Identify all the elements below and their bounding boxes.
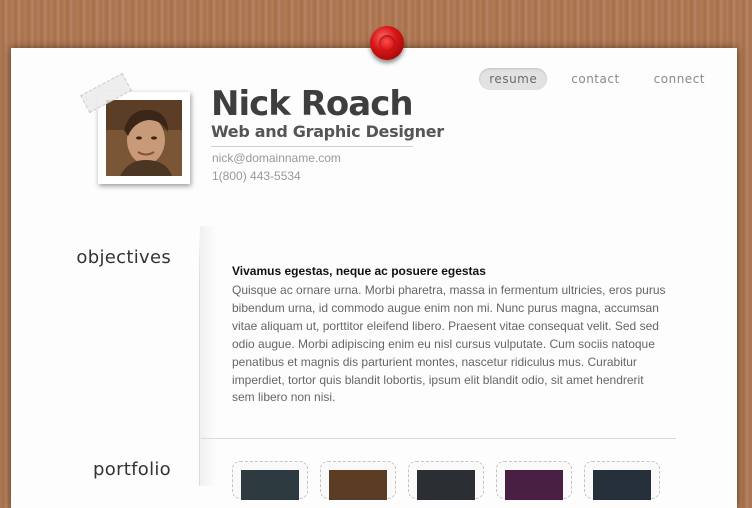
avatar bbox=[106, 100, 182, 176]
thumb-image bbox=[417, 470, 475, 500]
section-divider bbox=[201, 438, 676, 439]
nav-connect[interactable]: connect bbox=[644, 68, 715, 90]
thumb-image bbox=[505, 470, 563, 500]
portfolio-thumb-3[interactable] bbox=[408, 461, 484, 500]
thumb-image bbox=[241, 470, 299, 500]
column-divider bbox=[199, 226, 200, 486]
profile-name: Nick Roach bbox=[211, 84, 414, 124]
column-shadow bbox=[200, 226, 216, 486]
section-label-portfolio: portfolio bbox=[93, 459, 171, 480]
header-divider bbox=[211, 146, 413, 147]
portfolio-thumb-5[interactable] bbox=[584, 461, 660, 500]
main-nav: resume contact connect bbox=[479, 68, 715, 90]
portfolio-thumbnails bbox=[232, 461, 660, 500]
portfolio-thumb-2[interactable] bbox=[320, 461, 396, 500]
portrait-image bbox=[106, 100, 182, 176]
pushpin-icon bbox=[370, 26, 404, 60]
objectives-heading: Vivamus egestas, neque ac posuere egesta… bbox=[232, 264, 486, 278]
profile-photo bbox=[98, 92, 190, 184]
profile-email[interactable]: nick@domainname.com bbox=[212, 151, 341, 165]
nav-contact[interactable]: contact bbox=[561, 68, 629, 90]
profile-phone: 1(800) 443-5534 bbox=[212, 169, 301, 183]
objectives-body: Quisque ac ornare urna. Morbi pharetra, … bbox=[232, 283, 666, 405]
thumb-image bbox=[329, 470, 387, 500]
nav-resume[interactable]: resume bbox=[479, 68, 548, 90]
portfolio-thumb-4[interactable] bbox=[496, 461, 572, 500]
section-label-objectives: objectives bbox=[76, 247, 171, 268]
profile-title: Web and Graphic Designer bbox=[211, 122, 444, 141]
thumb-image bbox=[593, 470, 651, 500]
portfolio-thumb-1[interactable] bbox=[232, 461, 308, 500]
